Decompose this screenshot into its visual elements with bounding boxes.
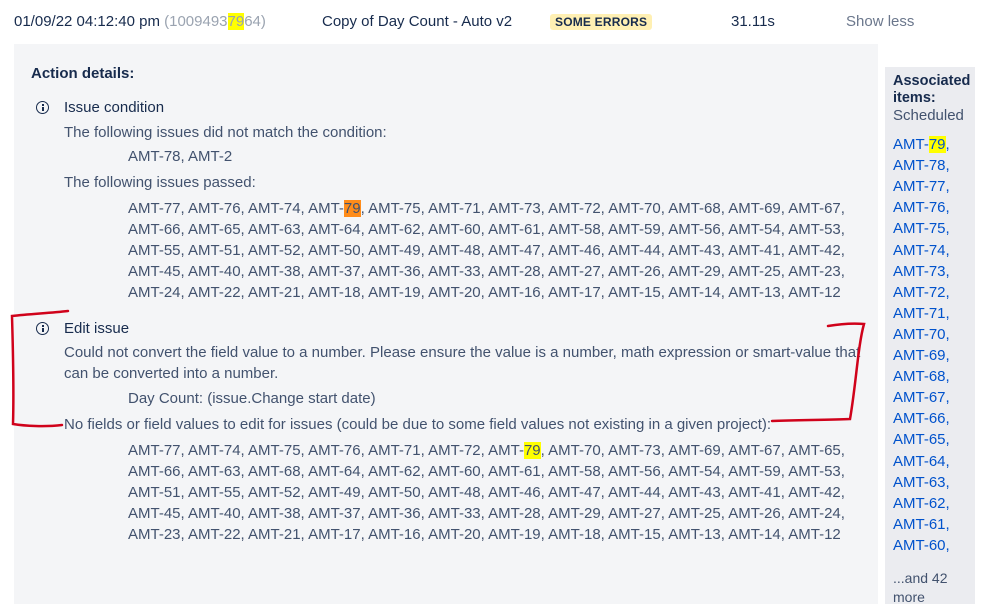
annotation-bracket xyxy=(10,309,866,428)
